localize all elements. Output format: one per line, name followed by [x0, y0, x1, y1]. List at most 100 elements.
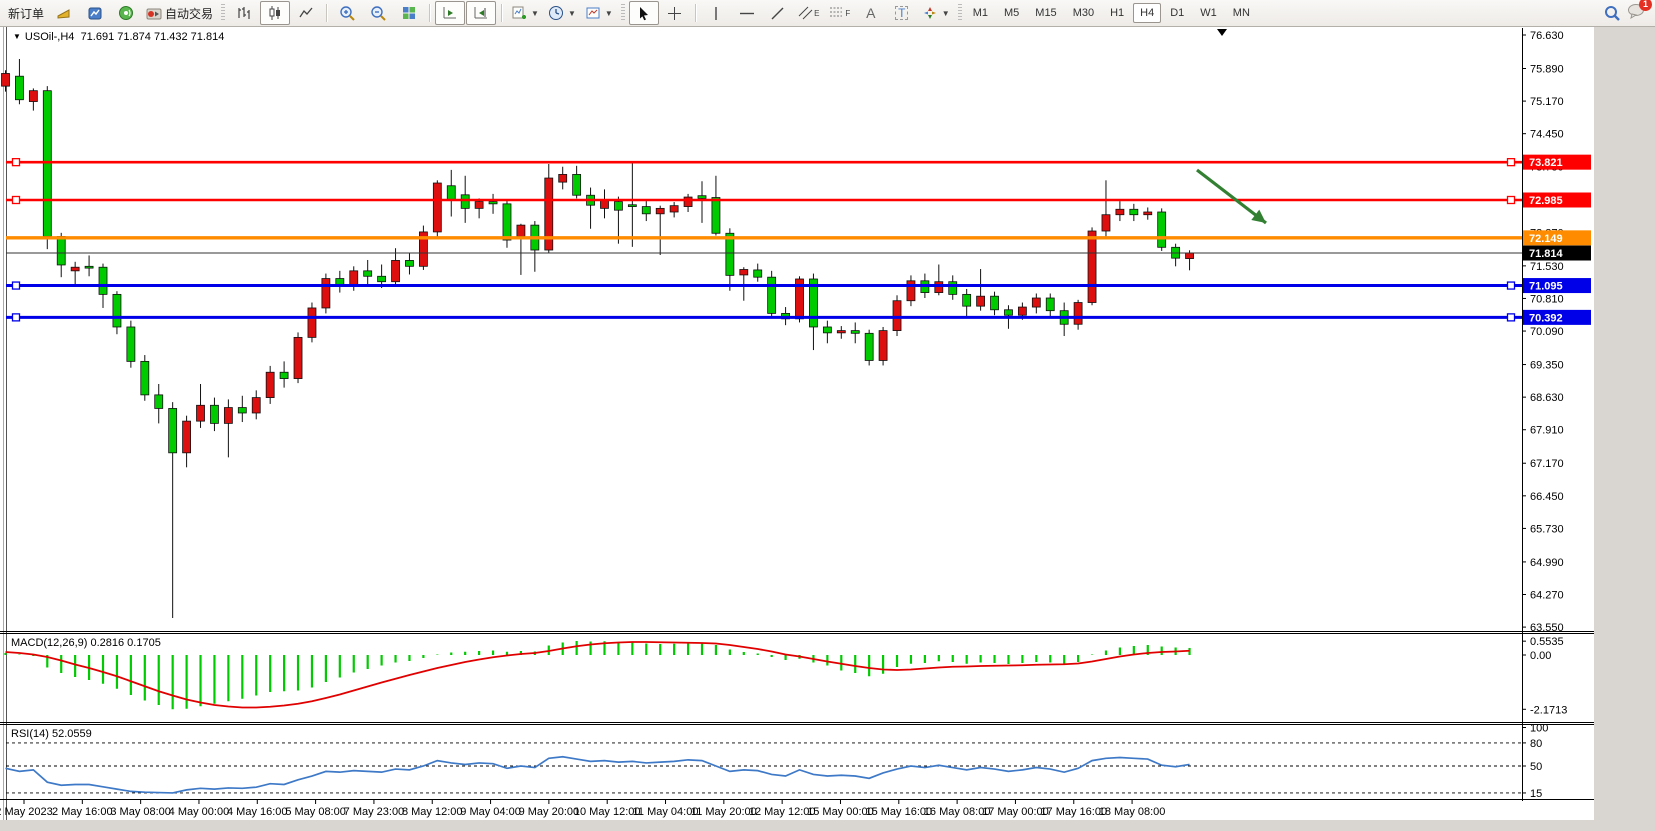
line-handle[interactable]: [1508, 314, 1515, 321]
svg-text:17 May 16:00: 17 May 16:00: [1040, 806, 1107, 818]
svg-text:3 May 08:00: 3 May 08:00: [110, 806, 171, 818]
auto-trading-label: 自动交易: [165, 5, 213, 22]
candle: [433, 183, 441, 232]
svg-text:65.730: 65.730: [1530, 523, 1564, 535]
auto-trading-button[interactable]: 自动交易: [142, 1, 217, 25]
candle: [85, 266, 93, 268]
ticker-button[interactable]: [49, 1, 79, 25]
candle: [879, 331, 887, 361]
new-order-label: 新订单: [8, 5, 44, 22]
toolbar-grip: [221, 4, 225, 22]
candle: [294, 337, 302, 378]
candle: [127, 327, 135, 361]
line-handle[interactable]: [1508, 159, 1515, 166]
svg-text:11 May 20:00: 11 May 20:00: [691, 806, 757, 818]
search-icon[interactable]: [1604, 5, 1621, 22]
periods-button[interactable]: ▼: [544, 1, 580, 25]
candle: [252, 398, 260, 413]
line-chart-icon: [298, 5, 314, 21]
candle: [1158, 212, 1166, 247]
macd-indicator-label: MACD(12,26,9) 0.2816 0.1705: [11, 637, 161, 649]
bar-chart-button[interactable]: [229, 1, 259, 25]
fibonacci-icon: [829, 5, 846, 21]
line-handle[interactable]: [13, 159, 20, 166]
timeframe-M1[interactable]: M1: [966, 3, 995, 23]
horizontal-line-tool-button[interactable]: [732, 1, 762, 25]
chart-shift-icon: [473, 5, 489, 21]
notification-badge: 1: [1639, 0, 1652, 11]
rsi-indicator-label: RSI(14) 52.0559: [11, 728, 92, 740]
svg-text:80: 80: [1530, 738, 1542, 750]
auto-scroll-button[interactable]: [435, 1, 465, 25]
chart-area[interactable]: 76.63075.89075.17074.45073.73073.01072.2…: [0, 0, 1655, 831]
fibonacci-tool-button[interactable]: F: [825, 1, 855, 25]
timeframe-H4[interactable]: H4: [1133, 3, 1161, 23]
svg-text:16 May 08:00: 16 May 08:00: [924, 806, 991, 818]
templates-button[interactable]: ▼: [581, 1, 617, 25]
line-handle[interactable]: [13, 314, 20, 321]
timeframe-M30[interactable]: M30: [1066, 3, 1101, 23]
candle: [851, 331, 859, 334]
toolbar-separator: [326, 4, 327, 22]
chart-shift-button[interactable]: [466, 1, 496, 25]
signals-button[interactable]: [111, 1, 141, 25]
notifications-button[interactable]: 1: [1627, 3, 1645, 24]
text-label-tool-button[interactable]: T: [887, 1, 917, 25]
channel-tool-button[interactable]: E: [794, 1, 824, 25]
text-label-icon: T: [895, 6, 908, 20]
symbol-dropdown-icon[interactable]: ▼: [13, 32, 21, 41]
line-handle[interactable]: [1508, 197, 1515, 204]
candle: [210, 405, 218, 423]
svg-text:70.090: 70.090: [1530, 326, 1564, 338]
candle: [517, 225, 525, 236]
candle: [698, 196, 706, 199]
crosshair-tool-button[interactable]: [660, 1, 690, 25]
candle: [893, 301, 901, 331]
candle: [559, 174, 567, 182]
timeframe-H1[interactable]: H1: [1103, 3, 1131, 23]
candle: [405, 260, 413, 266]
tile-windows-button[interactable]: [394, 1, 424, 25]
new-chart-button[interactable]: ▼: [507, 1, 543, 25]
expert-advisor-icon: [87, 5, 103, 21]
text-tool-button[interactable]: A: [856, 1, 886, 25]
price-label-73.821: 73.821: [1523, 155, 1591, 170]
line-handle[interactable]: [13, 197, 20, 204]
line-handle[interactable]: [13, 282, 20, 289]
trendline-tool-button[interactable]: [763, 1, 793, 25]
cursor-tool-button[interactable]: [629, 1, 659, 25]
zoom-out-button[interactable]: [363, 1, 393, 25]
svg-text:72.149: 72.149: [1529, 233, 1563, 245]
timeframe-W1[interactable]: W1: [1193, 3, 1224, 23]
candle: [475, 202, 483, 209]
svg-text:71.814: 71.814: [1529, 248, 1564, 260]
candle: [1088, 231, 1096, 303]
timeframe-M5[interactable]: M5: [997, 3, 1026, 23]
line-chart-button[interactable]: [291, 1, 321, 25]
zoom-in-button[interactable]: [332, 1, 362, 25]
candle: [642, 207, 650, 214]
toolbar-separator: [501, 4, 502, 22]
window-bottom-edge: [0, 820, 1594, 831]
candle: [322, 279, 330, 308]
candle: [600, 200, 608, 208]
candle: [1102, 215, 1110, 231]
candle: [656, 208, 664, 213]
candlestick-chart-button[interactable]: [260, 1, 290, 25]
line-handle[interactable]: [1508, 282, 1515, 289]
svg-text:67.170: 67.170: [1530, 458, 1564, 470]
svg-text:70.810: 70.810: [1530, 293, 1564, 305]
timeframe-D1[interactable]: D1: [1163, 3, 1191, 23]
svg-text:18 May 08:00: 18 May 08:00: [1099, 806, 1166, 818]
expert-advisor-button[interactable]: [80, 1, 110, 25]
arrows-tool-button[interactable]: ▼: [918, 1, 954, 25]
timeframe-M15[interactable]: M15: [1028, 3, 1063, 23]
candle: [1046, 298, 1054, 311]
candle: [183, 421, 191, 453]
vertical-line-tool-button[interactable]: [701, 1, 731, 25]
candle: [614, 202, 622, 211]
svg-text:74.450: 74.450: [1530, 129, 1564, 141]
timeframe-MN[interactable]: MN: [1226, 3, 1257, 23]
template-icon: [585, 5, 601, 21]
new-order-button[interactable]: 新订单: [4, 1, 48, 25]
